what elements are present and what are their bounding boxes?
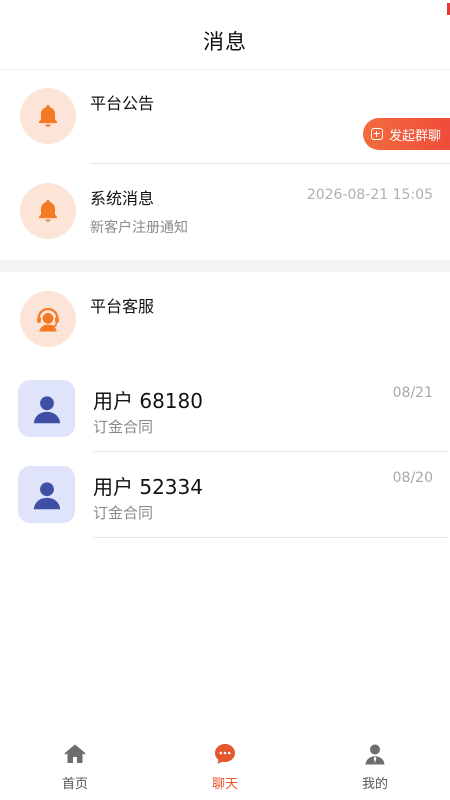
- start-group-chat-label: 发起群聊: [389, 128, 442, 144]
- customer-service-title: 平台客服: [90, 297, 155, 316]
- profile-icon: [365, 744, 385, 765]
- messages-screen: 消息 平台公告 发起群聊 系统消息 新客户注册通知 2026-08-21 15:…: [0, 0, 450, 800]
- chat-user-name: 用户 52334: [93, 475, 203, 499]
- page-title: 消息: [203, 30, 247, 54]
- nav-home-label: 首页: [61, 777, 88, 792]
- top-bar: 消息: [0, 0, 450, 70]
- user-avatar: [18, 380, 75, 437]
- add-icon: [371, 128, 383, 140]
- announcement-title: 平台公告: [90, 94, 155, 113]
- customer-service-avatar: [20, 291, 76, 347]
- customer-service-row[interactable]: 平台客服: [0, 272, 450, 365]
- system-message-row[interactable]: 系统消息 新客户注册通知 2026-08-21 15:05: [0, 165, 450, 260]
- row-divider: [93, 537, 448, 538]
- customer-service-icon: [37, 307, 59, 332]
- bottom-nav: 首页 聊天 我的: [0, 735, 450, 800]
- bell-icon: [38, 199, 58, 222]
- system-message-time: 2026-08-21 15:05: [306, 187, 433, 203]
- chat-list-item[interactable]: 用户 52334 订金合同 08/20: [0, 452, 450, 539]
- chat-list-item[interactable]: 用户 68180 订金合同 08/21: [0, 365, 450, 452]
- chat-date: 08/21: [392, 385, 433, 401]
- system-message-title: 系统消息: [90, 189, 155, 208]
- system-message-avatar: [20, 183, 76, 239]
- chat-user-name: 用户 68180: [93, 389, 203, 413]
- home-icon: [64, 744, 86, 763]
- nav-profile[interactable]: 我的: [300, 735, 450, 800]
- chat-preview: 订金合同: [93, 504, 154, 522]
- system-message-preview: 新客户注册通知: [90, 220, 188, 236]
- section-separator: [0, 260, 450, 272]
- user-icon: [33, 395, 60, 423]
- nav-profile-label: 我的: [361, 777, 388, 792]
- nav-home[interactable]: 首页: [0, 735, 150, 800]
- start-group-chat-button[interactable]: 发起群聊: [363, 118, 450, 150]
- user-icon: [33, 481, 60, 509]
- bell-icon: [38, 104, 58, 127]
- announcement-avatar: [20, 88, 76, 144]
- chat-icon: [215, 744, 235, 764]
- row-divider: [90, 163, 450, 164]
- chat-date: 08/20: [392, 470, 433, 486]
- chat-preview: 订金合同: [93, 418, 154, 436]
- nav-chat[interactable]: 聊天: [150, 735, 300, 800]
- nav-chat-label: 聊天: [211, 777, 238, 792]
- user-avatar: [18, 466, 75, 523]
